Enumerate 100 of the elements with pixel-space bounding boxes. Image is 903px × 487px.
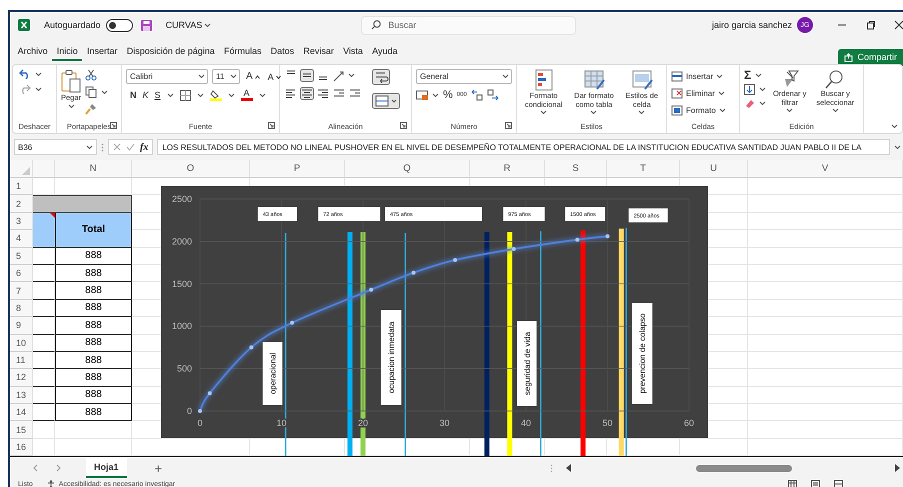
chevron-right-icon[interactable] <box>56 464 62 472</box>
chevron-down-icon[interactable] <box>502 74 509 79</box>
page-break-icon[interactable] <box>834 480 843 487</box>
align-left-icon[interactable] <box>284 87 298 100</box>
name-box[interactable]: B36 <box>14 139 97 155</box>
row-header[interactable]: 7 <box>10 282 33 300</box>
row-header[interactable]: 1 <box>10 178 33 196</box>
spreadsheet-logo-icon[interactable] <box>18 19 30 31</box>
page-layout-icon[interactable] <box>811 480 820 487</box>
column-header[interactable]: U <box>680 160 748 178</box>
shrink-font-button[interactable]: A <box>266 72 283 82</box>
row-header[interactable]: 6 <box>10 264 33 282</box>
row-header[interactable]: 4 <box>10 230 33 248</box>
dialog-launcher-icon[interactable] <box>400 122 407 129</box>
sheet-tab[interactable]: Hoja1 <box>86 458 127 478</box>
bold-button[interactable]: N <box>130 90 136 100</box>
chevron-down-icon[interactable] <box>35 72 42 76</box>
chevron-down-icon[interactable] <box>198 74 205 79</box>
orientation-icon[interactable] <box>332 70 346 82</box>
align-right-icon[interactable] <box>316 87 330 100</box>
dialog-launcher-icon[interactable] <box>110 122 117 129</box>
scrollbar-thumb[interactable] <box>696 465 792 472</box>
chevron-down-icon[interactable] <box>540 110 548 116</box>
chevron-left-icon[interactable] <box>32 464 38 472</box>
chevron-down-icon[interactable] <box>590 110 598 116</box>
dialog-launcher-icon[interactable] <box>268 122 275 129</box>
collapse-ribbon-icon[interactable] <box>891 124 898 129</box>
increase-decimal-icon[interactable] <box>470 89 483 101</box>
underline-button[interactable]: S <box>154 90 161 100</box>
save-icon[interactable] <box>140 20 152 30</box>
formula-field[interactable]: LOS RESULTADOS DEL METODO NO LINEAL PUSHOVER EN EL NIVEL DE DESEMPEÑO TOTALMENTE OPERACIONAL DE LA INSTITUCION EDUCATIVA SANTIDAD JUAN PABLO II DE LA <box>157 139 890 155</box>
close-icon[interactable] <box>894 20 903 30</box>
chevron-down-icon[interactable] <box>638 110 646 116</box>
row-header[interactable]: 11 <box>10 352 33 370</box>
cells-button[interactable]: Eliminar <box>671 86 726 100</box>
more-options-icon[interactable] <box>101 142 104 152</box>
column-header[interactable]: S <box>545 160 607 178</box>
row-header[interactable]: 12 <box>10 369 33 387</box>
chevron-down-icon[interactable] <box>258 92 266 98</box>
chevron-down-icon[interactable] <box>204 22 212 28</box>
fill-down-icon[interactable] <box>744 84 755 95</box>
menu-tab[interactable]: Archivo <box>13 43 52 61</box>
eraser-icon[interactable] <box>744 98 755 108</box>
add-sheet-button[interactable]: + <box>154 460 162 476</box>
borders-icon[interactable] <box>180 90 191 100</box>
column-header[interactable]: Q <box>345 160 470 178</box>
chevron-down-icon[interactable] <box>755 72 762 78</box>
column-header[interactable]: P <box>250 160 345 178</box>
accounting-icon[interactable] <box>416 90 428 100</box>
row-header[interactable]: 9 <box>10 317 33 335</box>
font-color-button[interactable]: A <box>240 89 253 101</box>
chevron-down-icon[interactable] <box>101 90 108 94</box>
column-header[interactable]: V <box>748 160 903 178</box>
row-header[interactable]: 5 <box>10 248 33 265</box>
chevron-down-icon[interactable] <box>786 108 794 114</box>
file-name-button[interactable]: CURVAS <box>166 20 212 30</box>
font-name-field[interactable]: Calibri <box>126 69 208 84</box>
insert-function-button[interactable]: fx <box>140 142 148 152</box>
column-header[interactable]: N <box>55 160 132 178</box>
row-header[interactable]: 2 <box>10 195 33 213</box>
dialog-launcher-icon[interactable] <box>505 122 512 129</box>
chevron-down-icon[interactable] <box>230 74 237 79</box>
expand-icon[interactable] <box>894 144 901 150</box>
chevron-down-icon[interactable] <box>35 86 42 92</box>
number-format-field[interactable]: General <box>416 69 512 84</box>
menu-tab[interactable]: Vista <box>338 43 368 61</box>
menu-tab[interactable]: Fórmulas <box>219 43 266 61</box>
copy-icon[interactable] <box>85 86 98 98</box>
chevron-down-icon[interactable] <box>718 90 725 96</box>
column-header[interactable]: O <box>132 160 250 178</box>
align-middle-icon[interactable] <box>300 69 314 82</box>
chevron-down-icon[interactable] <box>228 92 235 98</box>
share-button[interactable]: Compartir <box>838 48 903 66</box>
chevron-down-icon[interactable] <box>166 92 174 98</box>
row-header[interactable]: 10 <box>10 334 33 352</box>
chevron-down-icon[interactable] <box>759 100 766 106</box>
row-header[interactable]: 15 <box>10 421 33 439</box>
cells-button[interactable]: Formato <box>671 103 726 117</box>
menu-tab[interactable]: Insertar <box>82 43 122 61</box>
format-painter-icon[interactable] <box>85 103 98 115</box>
row-header[interactable]: 16 <box>10 438 33 456</box>
autosave-toggle[interactable] <box>106 18 133 32</box>
undo-icon[interactable] <box>19 69 31 79</box>
column-header[interactable]: R <box>470 160 545 178</box>
decrease-decimal-icon[interactable] <box>486 89 499 101</box>
menu-tab[interactable]: Disposición de página <box>122 43 220 61</box>
chevron-down-icon[interactable] <box>718 108 726 112</box>
chevron-down-icon[interactable] <box>196 92 204 98</box>
chevron-down-icon[interactable] <box>432 92 439 98</box>
chevron-down-icon[interactable] <box>348 73 355 78</box>
row-header[interactable]: 14 <box>10 404 33 422</box>
menu-tab[interactable]: Ayuda <box>368 43 402 61</box>
column-header[interactable]: T <box>607 160 680 178</box>
italic-button[interactable]: K <box>142 90 149 100</box>
grow-font-button[interactable]: A <box>244 71 262 82</box>
restore-icon[interactable] <box>866 20 876 30</box>
chevron-down-icon[interactable] <box>716 74 724 78</box>
chevron-down-icon[interactable] <box>832 108 839 114</box>
row-header[interactable]: 8 <box>10 300 33 318</box>
normal-view-icon[interactable] <box>788 480 797 487</box>
